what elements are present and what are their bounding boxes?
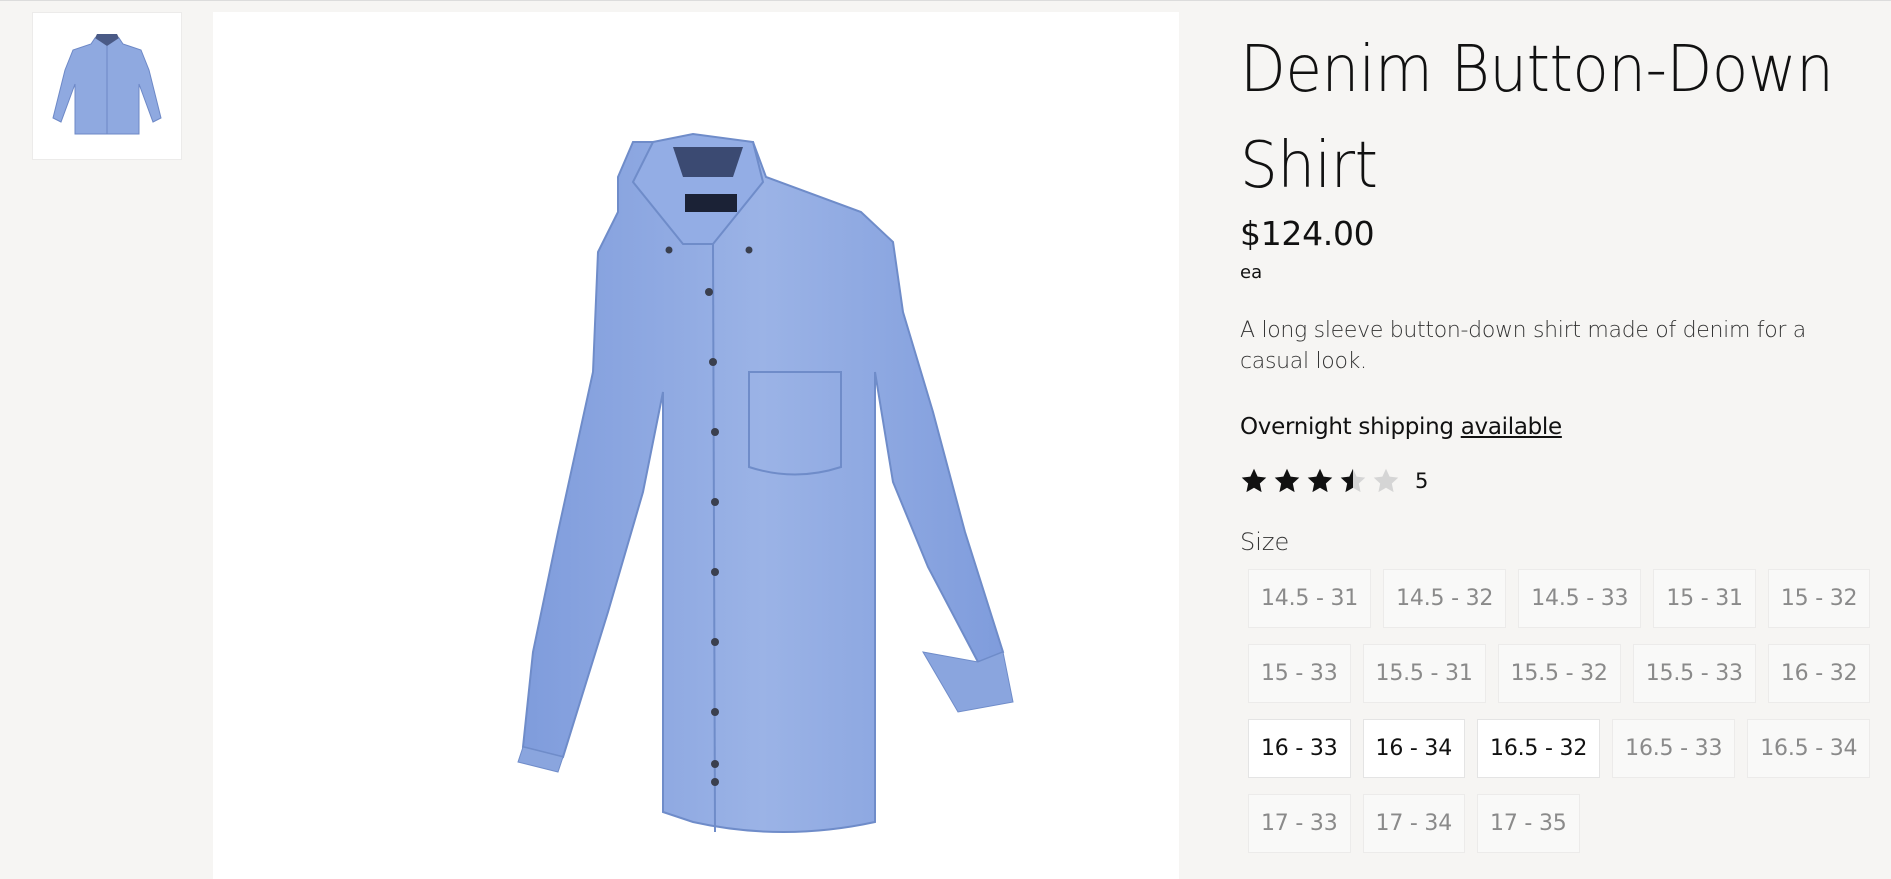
size-option-17-33[interactable]: 17 - 33: [1248, 794, 1351, 853]
rating-stars: 5: [1240, 465, 1428, 497]
size-row: 14.5 - 31 14.5 - 32 14.5 - 33 15 - 31 15 - 3…: [1248, 569, 1888, 628]
size-option-15-32[interactable]: 15 - 32: [1767, 569, 1871, 628]
product-title: Denim Button-Down Shirt: [1240, 33, 1834, 203]
size-option-16_5-32[interactable]: 16.5 - 32: [1477, 719, 1601, 778]
shirt-thumbnail-image: [52, 34, 162, 135]
size-option-15_5-32[interactable]: 15.5 - 32: [1497, 644, 1621, 703]
top-divider: [0, 0, 1891, 1]
size-option-16_5-33[interactable]: 16.5 - 33: [1612, 719, 1736, 778]
size-option-16-34[interactable]: 16 - 34: [1362, 719, 1466, 778]
product-description: A long sleeve button-down shirt made of …: [1240, 318, 1806, 374]
shirt-main-image: [517, 132, 1014, 833]
rating-count: 5: [1415, 469, 1429, 493]
gallery-thumbnail[interactable]: [32, 12, 182, 160]
size-option-15_5-33[interactable]: 15.5 - 33: [1632, 644, 1756, 703]
size-option-17-34[interactable]: 17 - 34: [1362, 794, 1466, 853]
shipping-available-link[interactable]: available: [1461, 414, 1562, 440]
star-icon: [1340, 468, 1366, 493]
size-option-14_5-32[interactable]: 14.5 - 32: [1383, 569, 1507, 628]
star-icon: [1307, 468, 1333, 493]
shipping-info: Overnight shipping available: [1240, 410, 1562, 444]
size-selector: 14.5 - 31 14.5 - 32 14.5 - 33 15 - 31 15 - 3…: [1248, 569, 1888, 869]
star-icon: [1373, 468, 1399, 493]
size-row: 15 - 33 15.5 - 31 15.5 - 32 15.5 - 33 16 - 3…: [1248, 644, 1888, 703]
product-image-main: [213, 12, 1179, 879]
size-option-15-33[interactable]: 15 - 33: [1248, 644, 1351, 703]
size-option-15_5-31[interactable]: 15.5 - 31: [1362, 644, 1486, 703]
size-option-16-32[interactable]: 16 - 32: [1767, 644, 1871, 703]
shipping-label: Overnight shipping: [1240, 414, 1454, 440]
star-icon: [1241, 468, 1267, 493]
size-row: 17 - 33 17 - 34 17 - 35: [1248, 794, 1888, 853]
size-option-16_5-34[interactable]: 16.5 - 34: [1747, 719, 1871, 778]
size-label: Size: [1240, 528, 1290, 556]
size-option-14_5-31[interactable]: 14.5 - 31: [1248, 569, 1372, 628]
product-price: $124.00: [1240, 214, 1375, 253]
size-option-14_5-33[interactable]: 14.5 - 33: [1518, 569, 1642, 628]
size-option-16-33[interactable]: 16 - 33: [1248, 719, 1351, 778]
star-icon: [1274, 468, 1300, 493]
size-option-17-35[interactable]: 17 - 35: [1477, 794, 1580, 853]
size-row: 16 - 33 16 - 34 16.5 - 32 16.5 - 33 16.5 - 3…: [1248, 719, 1888, 778]
size-option-15-31[interactable]: 15 - 31: [1653, 569, 1756, 628]
price-unit: ea: [1240, 262, 1263, 283]
